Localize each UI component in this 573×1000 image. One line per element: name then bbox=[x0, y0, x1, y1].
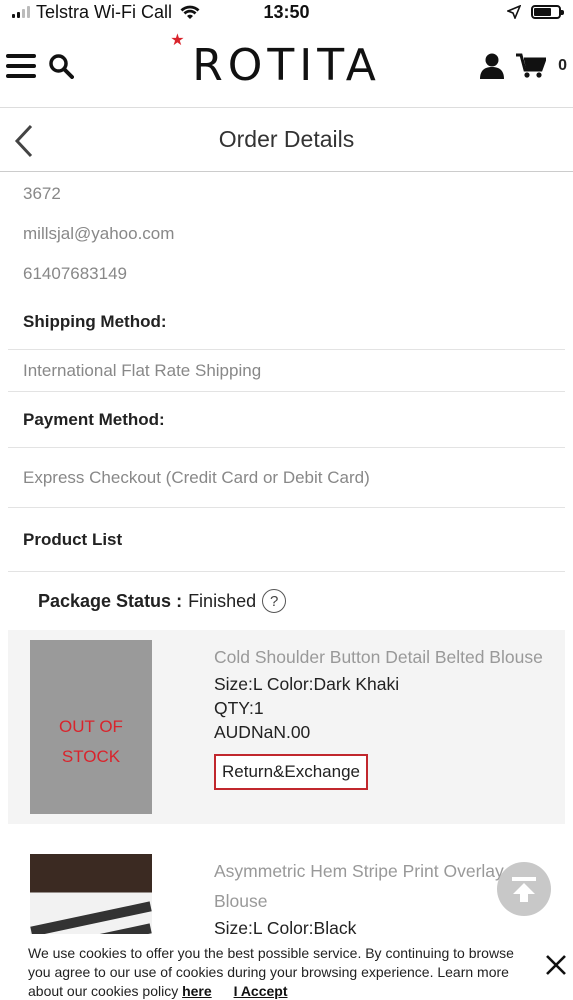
cart-icon[interactable] bbox=[516, 53, 547, 79]
product-name[interactable]: Cold Shoulder Button Detail Belted Blous… bbox=[214, 642, 543, 672]
location-arrow-icon bbox=[507, 5, 521, 19]
product-qty: QTY:1 bbox=[214, 698, 264, 718]
menu-icon[interactable] bbox=[6, 53, 36, 78]
close-icon[interactable] bbox=[545, 954, 567, 976]
arrow-up-icon bbox=[512, 877, 536, 902]
status-bar: Telstra Wi-Fi Call 13:50 bbox=[0, 0, 573, 24]
payment-method-value: Express Checkout (Credit Card or Debit C… bbox=[8, 448, 565, 508]
signal-icon bbox=[12, 6, 30, 18]
package-status-label: Package Status : bbox=[38, 590, 183, 611]
cookie-accept-button[interactable]: I Accept bbox=[234, 983, 288, 999]
return-exchange-button[interactable]: Return&Exchange bbox=[214, 754, 368, 790]
product-size-color: Size:L Color:Dark Khaki bbox=[214, 674, 400, 694]
wifi-icon bbox=[180, 5, 200, 19]
scroll-to-top-button[interactable] bbox=[497, 862, 551, 916]
cookie-policy-link[interactable]: here bbox=[182, 983, 212, 999]
logo-star-icon: ★ bbox=[170, 30, 190, 49]
back-arrow-icon[interactable] bbox=[14, 124, 34, 158]
product-list-label: Product List bbox=[8, 508, 565, 572]
product-item: OUT OF STOCK Cold Shoulder Button Detail… bbox=[8, 630, 565, 824]
package-status: Package Status : Finished ? bbox=[8, 572, 565, 630]
product-price: AUDNaN.00 bbox=[214, 722, 311, 742]
account-icon[interactable] bbox=[480, 52, 505, 80]
cookie-banner: We use cookies to offer you the best pos… bbox=[0, 934, 573, 1000]
search-icon[interactable] bbox=[48, 53, 74, 79]
payment-method-label: Payment Method: bbox=[8, 392, 565, 448]
package-status-value: Finished bbox=[188, 590, 257, 611]
help-icon[interactable]: ? bbox=[262, 589, 287, 613]
order-details-content: 3672 millsjal@yahoo.com 61407683149 Ship… bbox=[0, 174, 573, 1000]
cart-count: 0 bbox=[558, 56, 567, 74]
shipping-method-label: Shipping Method: bbox=[8, 294, 565, 350]
contact-phone: 61407683149 bbox=[23, 264, 128, 283]
product-name[interactable]: Asymmetric Hem Stripe Print Overlay Blou… bbox=[214, 856, 543, 916]
page-title: Order Details bbox=[218, 126, 355, 152]
battery-icon bbox=[531, 5, 564, 19]
carrier-label: Telstra Wi-Fi Call bbox=[36, 1, 173, 22]
site-header: ★ ROTITA 0 bbox=[0, 24, 573, 108]
out-of-stock-badge: OUT OF STOCK bbox=[59, 717, 123, 766]
shipping-method-value: International Flat Rate Shipping bbox=[8, 350, 565, 392]
title-bar: Order Details bbox=[0, 108, 573, 172]
contact-email: millsjal@yahoo.com bbox=[23, 224, 175, 243]
contact-code: 3672 bbox=[23, 184, 61, 203]
product-thumbnail[interactable]: OUT OF STOCK bbox=[30, 640, 152, 814]
